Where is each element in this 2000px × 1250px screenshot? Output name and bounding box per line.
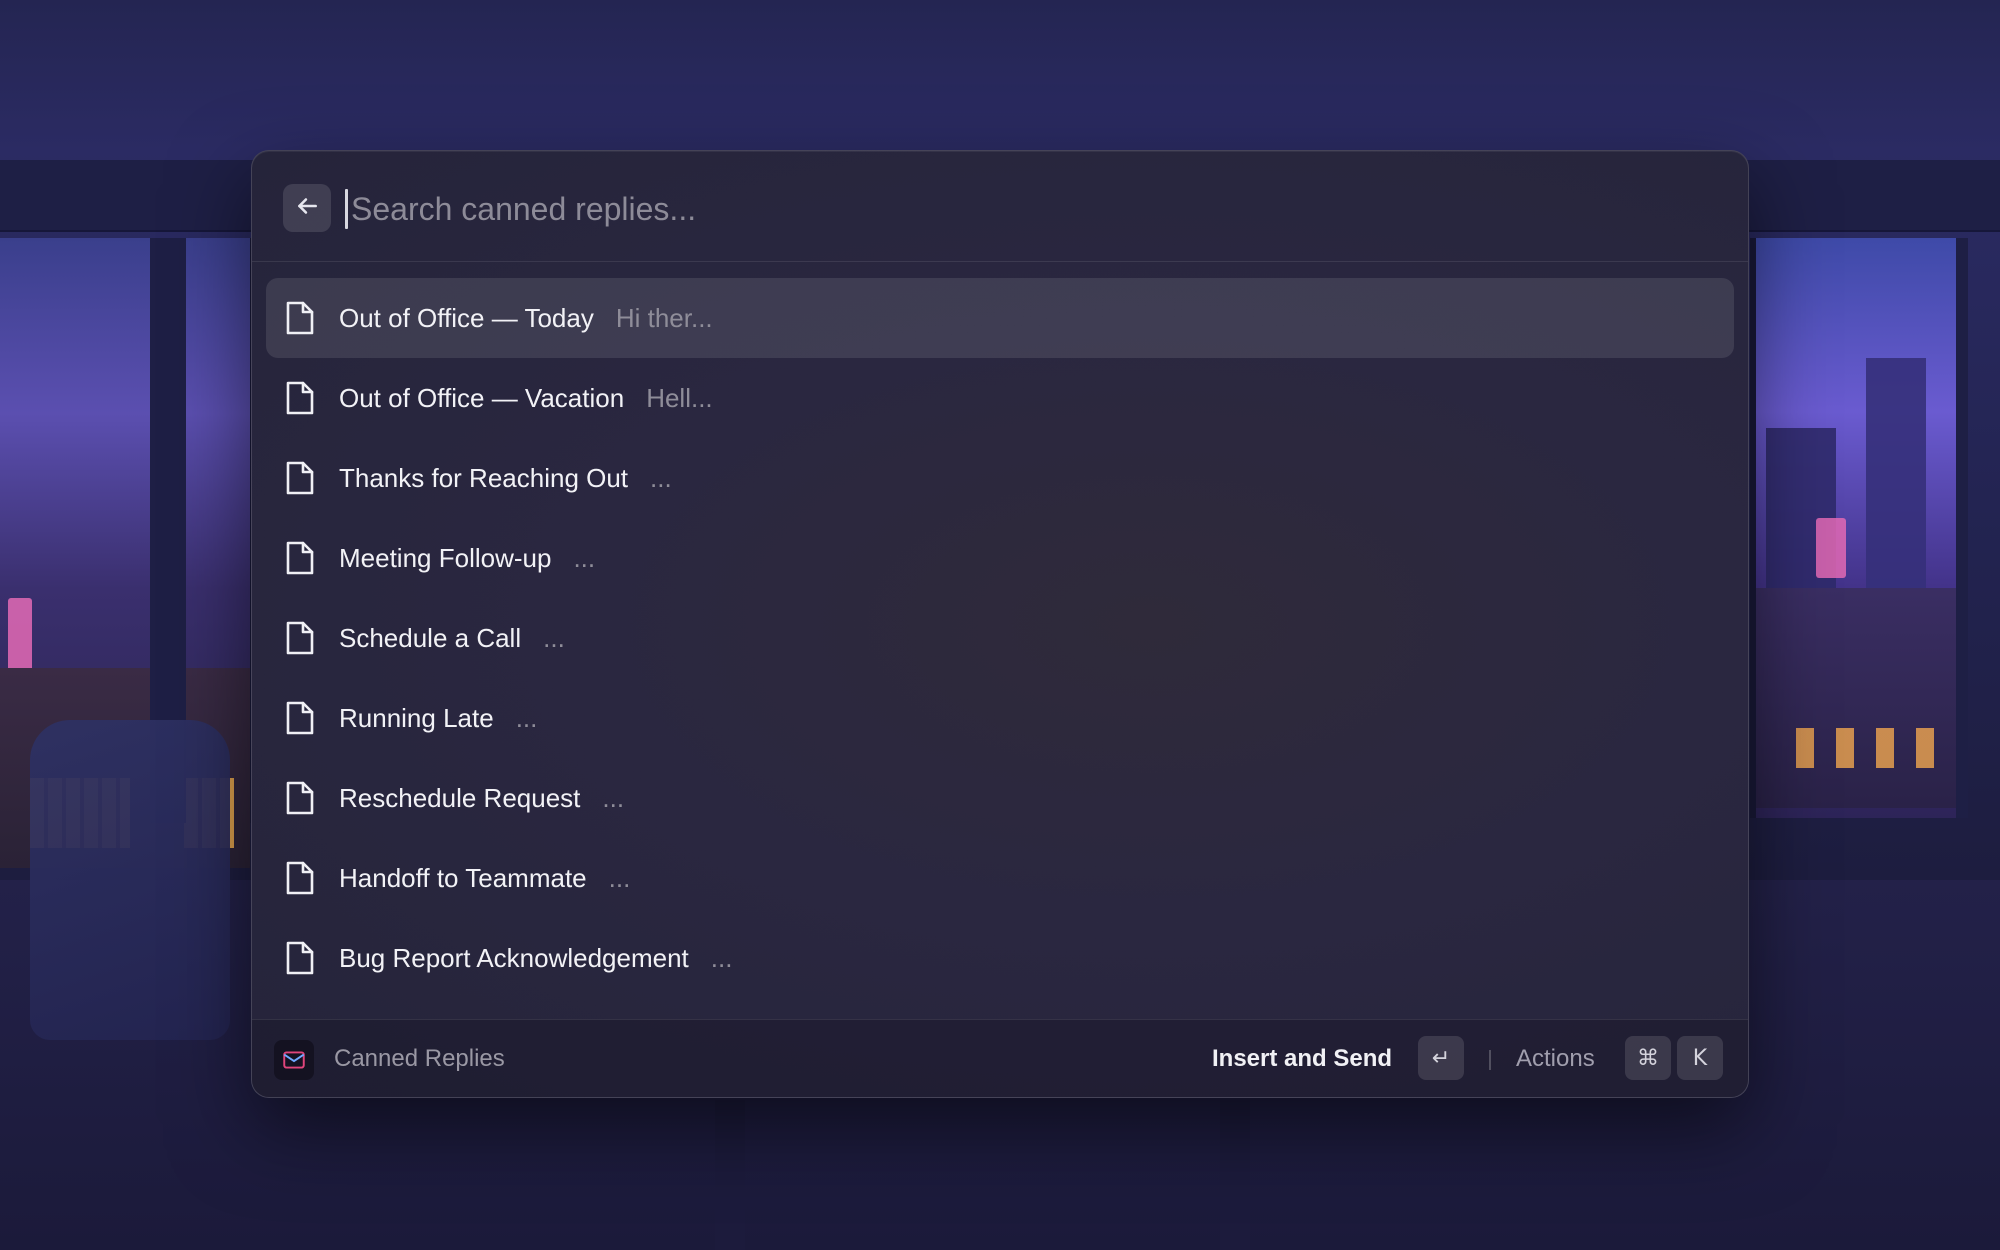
wallpaper-window-right: [1750, 238, 1968, 818]
wallpaper-desk-leg: [715, 1100, 745, 1250]
document-icon: [284, 620, 316, 656]
list-item[interactable]: Out of Office — Vacation Hell...: [266, 358, 1734, 438]
list-item-title-wrap: Running Late...: [339, 678, 537, 758]
list-item[interactable]: Running Late...: [266, 678, 1734, 758]
list-item-title: Out of Office — Vacation: [339, 383, 625, 413]
list-item-subtitle: ...: [602, 783, 625, 813]
list-item-subtitle: ...: [515, 703, 538, 733]
insert-and-send-button[interactable]: Insert and Send: [1212, 1020, 1392, 1097]
list-item-title-wrap: Meeting Follow-up...: [339, 518, 595, 598]
list-item-title: Running Late: [339, 703, 494, 733]
launcher-window: Out of Office — TodayHi ther...Out of Of…: [251, 150, 1749, 1098]
document-icon: [284, 940, 316, 976]
footer-divider: [1489, 1050, 1491, 1070]
list-item-title: Thanks for Reaching Out: [339, 463, 629, 493]
document-icon: [284, 300, 316, 336]
list-item-subtitle: ...: [573, 543, 596, 573]
list-item-title: Handoff to Teammate: [339, 863, 587, 893]
wallpaper-desk-leg: [1220, 1100, 1250, 1250]
list-item[interactable]: Schedule a Call...: [266, 598, 1734, 678]
list-item-subtitle: ...: [710, 943, 733, 973]
search-input[interactable]: [345, 181, 1691, 237]
list-item-title-wrap: Reschedule Request...: [339, 758, 624, 838]
list-item-title-wrap: Out of Office — Vacation Hell...: [339, 358, 713, 438]
list-item-title-wrap: Thanks for Reaching Out...: [339, 438, 672, 518]
mail-icon: [274, 1040, 314, 1080]
list-item-subtitle: Hi ther...: [615, 303, 713, 333]
k-key-hint: K: [1677, 1036, 1723, 1080]
document-icon: [284, 540, 316, 576]
actions-button[interactable]: Actions: [1516, 1020, 1595, 1097]
list-item-title-wrap: Out of Office — Today Hi ther...: [339, 278, 713, 358]
list-item-title-wrap: Bug Report Acknowledgement...: [339, 918, 732, 998]
arrow-left-icon: [294, 193, 320, 224]
back-button[interactable]: [283, 184, 331, 232]
list-item-title-wrap: Schedule a Call...: [339, 598, 565, 678]
document-icon: [284, 460, 316, 496]
document-icon: [284, 380, 316, 416]
list-item-title: Reschedule Request: [339, 783, 581, 813]
wallpaper-chair: [30, 720, 230, 1040]
enter-key-hint: ↵: [1418, 1036, 1464, 1080]
list-item[interactable]: Out of Office — Today Hi ther...: [266, 278, 1734, 358]
list-item-title: Meeting Follow-up: [339, 543, 552, 573]
list-item[interactable]: Thanks for Reaching Out...: [266, 438, 1734, 518]
list-item[interactable]: Bug Report Acknowledgement...: [266, 918, 1734, 998]
list-item-subtitle: ...: [608, 863, 631, 893]
canned-replies-list: Out of Office — Today Hi ther... Out of Of…: [266, 278, 1734, 998]
list-item-title: Bug Report Acknowledgement: [339, 943, 689, 973]
document-icon: [284, 780, 316, 816]
action-bar: Canned Replies Insert and Send ↵ Actions…: [252, 1019, 1748, 1097]
list-item-title: Schedule a Call: [339, 623, 522, 653]
list-item[interactable]: Handoff to Teammate...: [266, 838, 1734, 918]
search-bar: [252, 151, 1748, 262]
list-item-title-wrap: Handoff to Teammate...: [339, 838, 630, 918]
list-item-subtitle: Hell...: [646, 383, 713, 413]
document-icon: [284, 700, 316, 736]
list-item[interactable]: Reschedule Request...: [266, 758, 1734, 838]
list-item-subtitle: ...: [543, 623, 565, 653]
command-key-hint: ⌘: [1625, 1036, 1671, 1080]
list-item[interactable]: Meeting Follow-up...: [266, 518, 1734, 598]
list-item-subtitle: ...: [650, 463, 672, 493]
document-icon: [284, 860, 316, 896]
extension-name: Canned Replies: [334, 1045, 505, 1072]
list-item-title: Out of Office — Today: [339, 303, 594, 333]
